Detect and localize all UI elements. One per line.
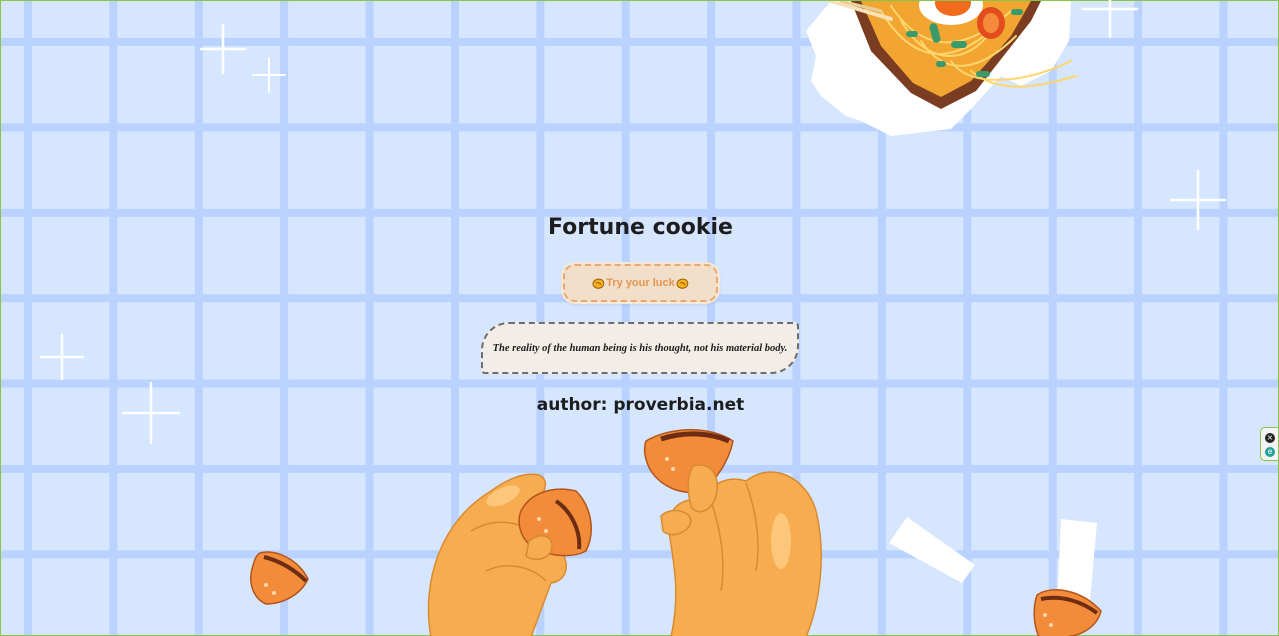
fortune-cookie-icon [676,278,689,289]
hands-cookie-illustration [411,421,831,636]
sparkle-icon [39,333,85,381]
cookie-illustration [246,549,312,611]
quote-box: The reality of the human being is his th… [481,322,799,374]
author-label: author: proverbia.net [536,395,745,415]
sparkle-icon [1081,0,1139,39]
paper-slip-illustration [887,515,977,589]
noodle-box-illustration [801,0,1081,145]
extension-widget: × e [1260,427,1278,461]
try-luck-label: Try your luck [606,277,675,289]
page-title: Fortune cookie [548,215,733,240]
quote-text: The reality of the human being is his th… [492,342,788,354]
sparkle-icon [199,23,247,75]
close-icon[interactable]: × [1265,433,1275,443]
cookie-with-paper-illustration [1031,519,1105,636]
extension-icon[interactable]: e [1265,447,1275,457]
try-luck-button[interactable]: Try your luck [563,264,718,302]
fortune-cookie-icon [592,278,605,289]
sparkle-icon [251,56,287,94]
